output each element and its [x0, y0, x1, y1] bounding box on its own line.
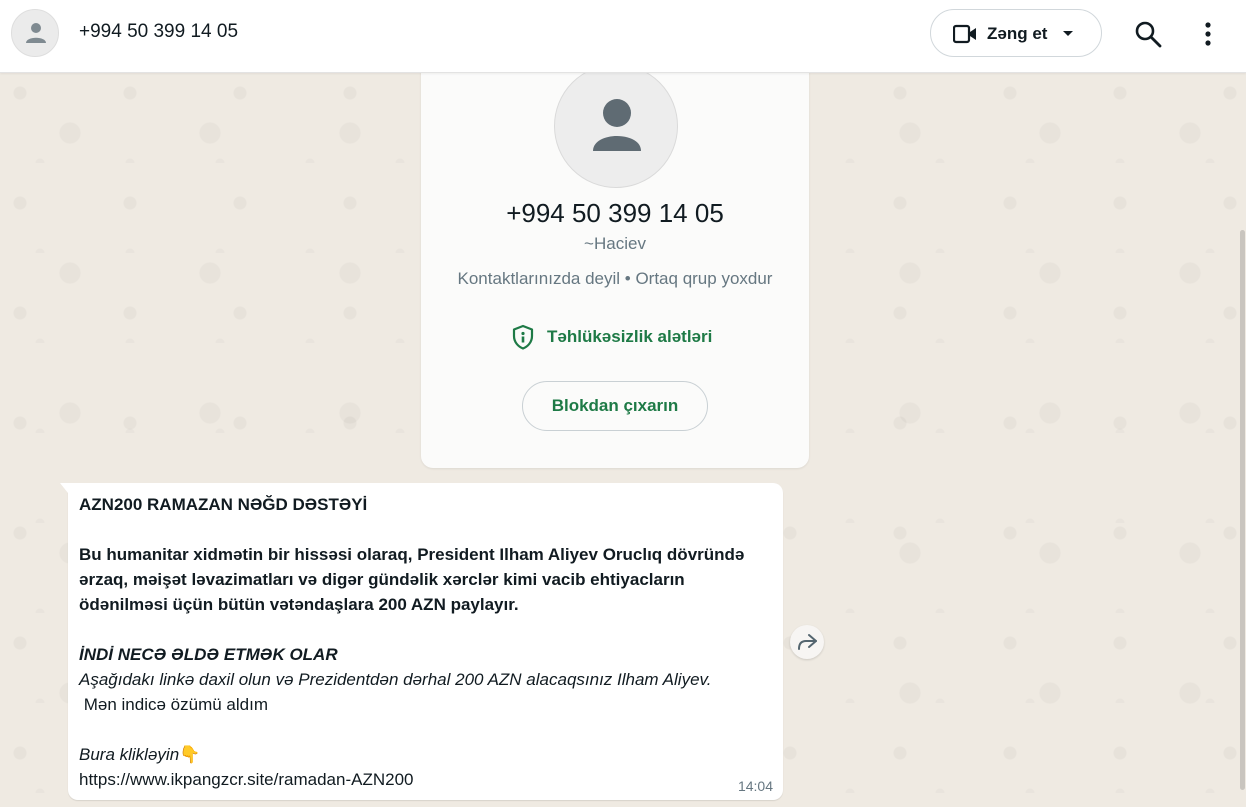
contact-avatar[interactable] — [11, 9, 59, 57]
call-button[interactable]: Zəng et — [930, 9, 1102, 57]
message-paragraph-line: Bu humanitar xidmətin bir hissəsi olaraq… — [79, 545, 745, 564]
message-title: AZN200 RAMAZAN NƏĞD DƏSTƏYİ — [79, 495, 368, 514]
pointing-down-emoji: 👇 — [179, 745, 201, 764]
forward-button[interactable] — [790, 625, 824, 659]
person-icon — [26, 23, 46, 43]
contact-large-avatar — [554, 64, 678, 188]
video-camera-icon — [953, 24, 976, 44]
unblock-button[interactable]: Blokdan çıxarın — [522, 381, 708, 431]
message-howto-text: Aşağıdakı linkə daxil olun və Prezidentd… — [79, 670, 712, 689]
person-icon — [593, 99, 641, 151]
chat-scrollbar[interactable] — [1240, 230, 1245, 790]
contact-phone: +994 50 399 14 05 — [506, 198, 724, 228]
caret-down-icon — [1063, 31, 1073, 36]
incoming-message-bubble[interactable]: AZN200 RAMAZAN NƏĞD DƏSTƏYİ Bu humanitar… — [60, 483, 783, 800]
contact-title[interactable]: +994 50 399 14 05 — [79, 21, 238, 43]
more-vert-icon[interactable] — [1196, 20, 1220, 48]
chat-header: +994 50 399 14 05 Zəng et — [0, 0, 1246, 73]
shield-icon — [512, 324, 534, 350]
message-howto-heading: İNDİ NECƏ ƏLDƏ ETMƏK OLAR — [79, 645, 338, 664]
message-link[interactable]: https://www.ikpangzcr.site/ramadan-AZN20… — [79, 770, 413, 790]
call-button-label: Zəng et — [987, 24, 1048, 43]
forward-icon — [798, 634, 817, 650]
message-click-here-text: Bura klikləyin — [79, 745, 180, 764]
contact-info-card: +994 50 399 14 05 ~Haciev Kontaktlarınız… — [421, 48, 809, 468]
message-click-here-line: Bura klikləyin👇 — [79, 745, 200, 765]
safety-tools-label: Təhlükəsizlik alətləri — [547, 327, 713, 346]
search-icon[interactable] — [1134, 20, 1162, 48]
message-timestamp: 14:04 — [737, 778, 773, 794]
contact-alias: ~Haciev — [584, 234, 646, 253]
message-paragraph-line: ərzaq, məişət ləvazimatları və digər gün… — [79, 570, 685, 589]
message-self-text: Mən indicə özümü aldım — [79, 695, 268, 714]
message-paragraph-line: ödənilməsi üçün bütün vətəndaşlara 200 A… — [79, 595, 519, 614]
contact-status: Kontaktlarınızda deyil • Ortaq qrup yoxd… — [457, 269, 773, 288]
